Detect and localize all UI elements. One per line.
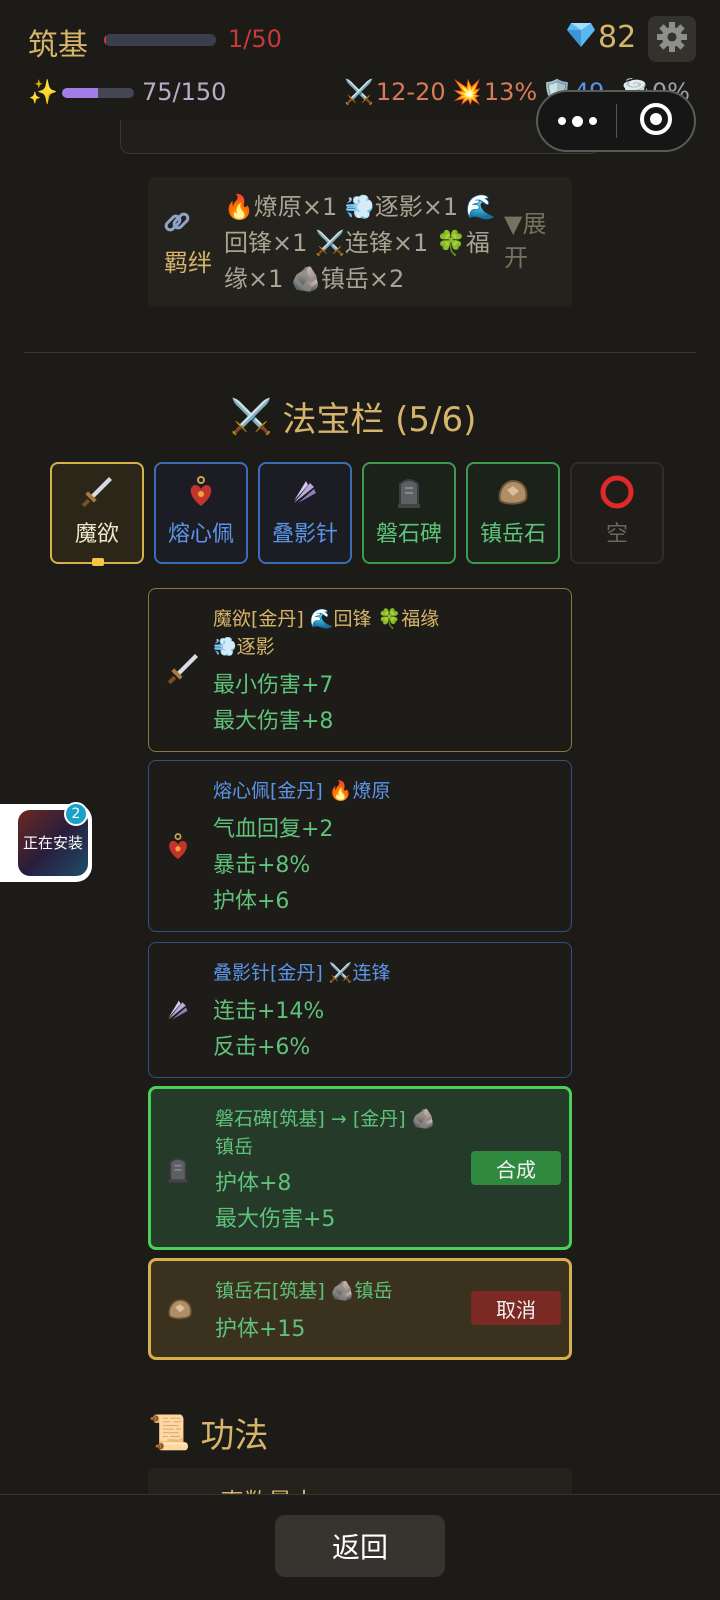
- crossed-swords-icon: ⚔️: [344, 78, 374, 106]
- exp-bar: [62, 88, 134, 98]
- artifact-section-title: ⚔️ 法宝栏 (5/6): [230, 392, 476, 441]
- slot-name: 镇岳石: [479, 522, 546, 547]
- divider: [24, 352, 696, 353]
- slot-name: 空: [605, 522, 628, 547]
- feather-needle-icon: [165, 997, 191, 1027]
- slot-name: 磐石碑: [375, 522, 442, 547]
- gongfa-section-title: 📜 功法: [148, 1408, 268, 1457]
- artifact-card-rongxinpei[interactable]: 熔心佩[金丹] 🔥燎原 气血回复+2 暴击+8% 护体+6: [148, 760, 572, 932]
- lock-icon: [92, 558, 104, 566]
- gear-icon: [656, 21, 688, 57]
- artifact-card-dieyingzhen[interactable]: 叠影针[金丹] ⚔️连锋 连击+14% 反击+6%: [148, 942, 572, 1078]
- card-title: 魔欲[金丹] 🌊回锋 🍀福缘: [213, 608, 440, 630]
- hp-bar-fill: [104, 34, 107, 46]
- stat-line: 暴击+8%: [213, 853, 311, 878]
- back-button[interactable]: 返回: [275, 1515, 445, 1577]
- stat-line: 最小伤害+7: [213, 673, 334, 698]
- dagger-icon: [79, 476, 115, 508]
- slot-name: 熔心佩: [167, 522, 234, 547]
- slot-zhenyueshi[interactable]: 镇岳石: [466, 462, 560, 564]
- artifact-slots: 魔欲 熔心佩 叠影针 磐石碑 镇岳石 空: [50, 462, 670, 566]
- synthesize-button[interactable]: 合成: [471, 1151, 561, 1185]
- card-title: 镇岳石[筑基] 🪨镇岳: [215, 1280, 393, 1302]
- crit-stat: 💥 13%: [452, 78, 537, 106]
- artifact-section-label: 法宝栏 (5/6): [282, 400, 477, 440]
- artifact-card-zhenyueshi[interactable]: 镇岳石[筑基] 🪨镇岳 护体+15 取消: [148, 1258, 572, 1360]
- feather-needle-icon: [290, 476, 320, 508]
- target-icon: [639, 102, 673, 140]
- bond-items: 🔥燎原×1 💨逐影×1 🌊回锋×1 ⚔️连锋×1 🍀福缘×1 🪨镇岳×2: [224, 189, 496, 297]
- slot-name: 魔欲: [74, 522, 119, 547]
- bond-item: 🔥燎原×1: [224, 193, 338, 221]
- artifact-card-moyu[interactable]: 魔欲[金丹] 🌊回锋 🍀福缘 💨逐影 最小伤害+7 最大伤害+8: [148, 588, 572, 752]
- gongfa-label: 功法: [200, 1416, 269, 1456]
- hp-text: 1/50: [228, 25, 282, 53]
- link-icon: [162, 207, 192, 241]
- slot-empty[interactable]: 空: [570, 462, 664, 564]
- artifact-card-panshibei[interactable]: 磐石碑[筑基] → [金丹] 🪨 镇岳 护体+8 最大伤害+5 合成: [148, 1086, 572, 1250]
- close-program-button[interactable]: [617, 102, 694, 140]
- attack-stat: ⚔️ 12-20: [344, 78, 446, 106]
- card-title: 磐石碑[筑基] → [金丹] 🪨: [215, 1108, 436, 1130]
- bond-item: 💨逐影×1: [344, 193, 459, 221]
- empty-circle-icon: [599, 475, 635, 509]
- bond-item: 🪨镇岳×2: [291, 265, 405, 293]
- rock-icon: [167, 1297, 193, 1325]
- bottom-bar: 返回: [0, 1494, 720, 1600]
- slot-name: 叠影针: [271, 522, 338, 547]
- slot-moyu[interactable]: 魔欲: [50, 462, 144, 566]
- diamond-icon: [566, 22, 596, 52]
- heart-pendant-icon: [186, 476, 216, 508]
- slot-rongxinpei[interactable]: 熔心佩: [154, 462, 248, 564]
- stat-line: 护体+8: [215, 1171, 292, 1196]
- slot-panshibei[interactable]: 磐石碑: [362, 462, 456, 564]
- stat-line: 最大伤害+5: [215, 1207, 336, 1232]
- slot-dieyingzhen[interactable]: 叠影针: [258, 462, 352, 564]
- bond-panel: 羁绊 🔥燎原×1 💨逐影×1 🌊回锋×1 ⚔️连锋×1 🍀福缘×1 🪨镇岳×2 …: [148, 177, 572, 307]
- rock-icon: [497, 476, 529, 508]
- card-title: 熔心佩[金丹] 🔥燎原: [213, 780, 391, 802]
- bond-item: ⚔️连锋×1: [315, 229, 429, 257]
- stone-tablet-icon: [396, 476, 422, 508]
- stone-tablet-icon: [167, 1155, 189, 1187]
- expand-toggle[interactable]: ▼展开: [504, 207, 558, 275]
- stat-line: 气血回复+2: [213, 817, 334, 842]
- dagger-icon: [165, 651, 201, 691]
- realm-label: 筑基: [28, 28, 88, 63]
- crossed-swords-icon: ⚔️: [230, 396, 273, 437]
- crit-value: 13%: [483, 78, 538, 106]
- burst-icon: 💥: [452, 78, 482, 106]
- attack-value: 12-20: [375, 78, 446, 106]
- stat-line: 反击+6%: [213, 1035, 311, 1060]
- install-count-badge: 2: [64, 802, 88, 826]
- mini-program-capsule: [536, 90, 696, 152]
- stat-line: 连击+14%: [213, 999, 325, 1024]
- sparkle-icon: ✨: [28, 78, 58, 106]
- card-title-cont: 💨逐影: [213, 636, 275, 658]
- exp-text: 75/150: [142, 78, 227, 106]
- stat-line: 最大伤害+8: [213, 709, 334, 734]
- stat-line: 护体+6: [213, 889, 290, 914]
- more-menu-button[interactable]: [538, 115, 616, 127]
- hp-bar: [104, 34, 216, 46]
- stat-line: 护体+15: [215, 1317, 306, 1342]
- card-title: 叠影针[金丹] ⚔️连锋: [213, 962, 391, 984]
- gem-count: 82: [598, 20, 637, 55]
- card-title-cont: 镇岳: [215, 1136, 254, 1158]
- exp-bar-fill: [62, 88, 98, 98]
- install-floating-widget[interactable]: 正在安装 2: [0, 802, 92, 882]
- bond-label: 羁绊: [164, 249, 212, 277]
- scroll-icon: 📜: [148, 1412, 191, 1453]
- settings-button[interactable]: [648, 16, 696, 62]
- cancel-button[interactable]: 取消: [471, 1291, 561, 1325]
- heart-pendant-icon: [165, 833, 191, 865]
